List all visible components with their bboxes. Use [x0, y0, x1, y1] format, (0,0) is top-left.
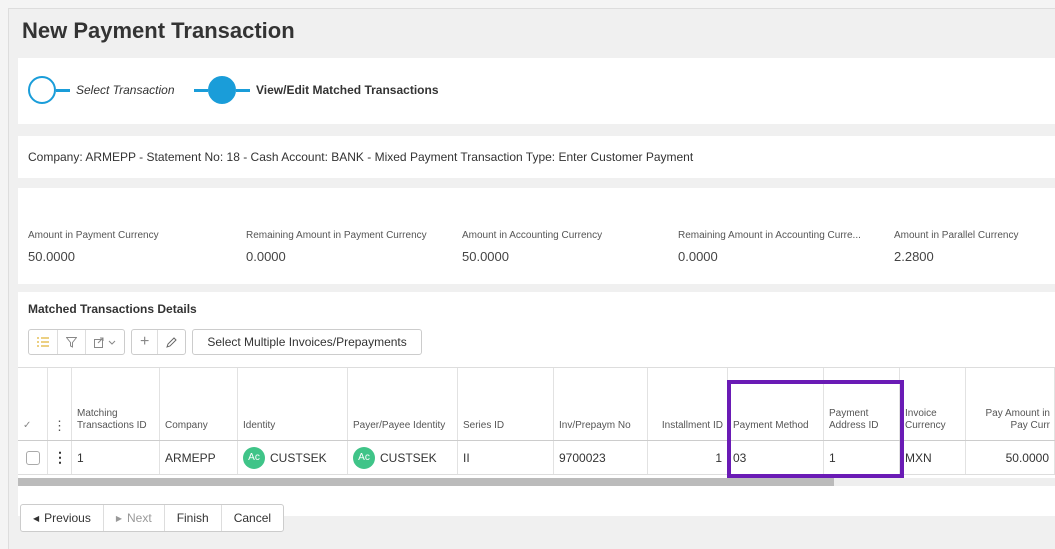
- add-icon[interactable]: +: [132, 330, 159, 354]
- next-label: Next: [127, 511, 152, 525]
- remaining-amount-accounting-currency: Remaining Amount in Accounting Curre... …: [678, 230, 861, 264]
- header-installment-id[interactable]: Installment ID: [648, 368, 728, 440]
- wizard-steps: Select Transaction View/Edit Matched Tra…: [18, 58, 1055, 124]
- header-inv-prepaym-no[interactable]: Inv/Prepaym No: [554, 368, 648, 440]
- cell-series-id: II: [458, 441, 554, 474]
- remaining-amount-payment-currency: Remaining Amount in Payment Currency 0.0…: [246, 230, 427, 264]
- previous-button[interactable]: ◀ Previous: [21, 505, 104, 531]
- amount-value: 0.0000: [246, 249, 286, 264]
- avatar: Ac: [353, 446, 375, 469]
- cell-matching-id: 1: [72, 441, 160, 474]
- cell-inv-prepaym-no: 9700023: [554, 441, 648, 474]
- next-button[interactable]: ▶ Next: [104, 505, 165, 531]
- header-payer-payee-identity[interactable]: Payer/Payee Identity: [348, 368, 458, 440]
- header-identity[interactable]: Identity: [238, 368, 348, 440]
- amount-accounting-currency: Amount in Accounting Currency 50.0000: [462, 230, 602, 264]
- amount-label: Amount in Payment Currency: [28, 230, 159, 241]
- wizard-step-select-transaction[interactable]: Select Transaction: [28, 76, 175, 104]
- row-menu-icon[interactable]: ⋮: [48, 441, 72, 474]
- chevron-left-icon: ◀: [33, 513, 40, 523]
- header-company[interactable]: Company: [160, 368, 238, 440]
- avatar: Ac: [243, 446, 265, 469]
- toolbar-view-group: [28, 329, 125, 355]
- amount-value: 50.0000: [462, 249, 509, 264]
- step-circle-active-icon: [208, 76, 236, 104]
- grid-toolbar: + Select Multiple Invoices/Prepayments: [28, 329, 422, 355]
- cancel-button[interactable]: Cancel: [222, 505, 283, 531]
- select-multiple-label: Select Multiple Invoices/Prepayments: [207, 335, 407, 349]
- header-pay-amount[interactable]: Pay Amount in Pay Curr: [966, 368, 1055, 440]
- row-checkbox[interactable]: [25, 450, 40, 465]
- horizontal-scrollbar[interactable]: [18, 478, 1055, 486]
- scrollbar-thumb[interactable]: [18, 478, 834, 486]
- cell-company: ARMEPP: [160, 441, 238, 474]
- step-circle-icon: [28, 76, 56, 104]
- list-view-icon[interactable]: [29, 330, 58, 354]
- amount-parallel-currency: Amount in Parallel Currency 2.2800: [894, 230, 1019, 264]
- step-label: View/Edit Matched Transactions: [256, 83, 439, 97]
- step-connector: [56, 88, 70, 92]
- amount-label: Amount in Accounting Currency: [462, 230, 603, 241]
- cell-identity[interactable]: Ac CUSTSEK: [238, 441, 348, 474]
- previous-label: Previous: [44, 511, 91, 525]
- select-all-checkbox[interactable]: ✓: [18, 368, 48, 440]
- amount-value: 50.0000: [28, 249, 75, 264]
- amount-payment-currency: Amount in Payment Currency 50.0000: [28, 230, 159, 264]
- amount-value: 2.2800: [894, 249, 934, 264]
- edit-pencil-icon[interactable]: [158, 330, 185, 354]
- info-panel: Company: ARMEPP - Statement No: 18 - Cas…: [18, 136, 1055, 178]
- transaction-info: Company: ARMEPP - Statement No: 18 - Cas…: [28, 150, 694, 164]
- chevron-right-icon: ▶: [115, 513, 122, 523]
- finish-button[interactable]: Finish: [165, 505, 222, 531]
- amount-label: Amount in Parallel Currency: [894, 230, 1019, 241]
- step-connector: [194, 88, 208, 92]
- select-multiple-invoices-button[interactable]: Select Multiple Invoices/Prepayments: [192, 329, 422, 355]
- row-checkbox-cell: [18, 441, 48, 474]
- header-series-id[interactable]: Series ID: [458, 368, 554, 440]
- column-menu-icon[interactable]: ⋮: [48, 368, 72, 440]
- identity-value: CUSTSEK: [270, 450, 327, 465]
- payer-value: CUSTSEK: [380, 450, 437, 465]
- cell-payer-payee[interactable]: Ac CUSTSEK: [348, 441, 458, 474]
- header-matching-transactions-id[interactable]: Matching Transactions ID: [72, 368, 160, 440]
- cell-installment-id: 1: [648, 441, 728, 474]
- amount-label: Remaining Amount in Payment Currency: [246, 230, 427, 241]
- cell-pay-amount: 50.0000: [966, 441, 1055, 474]
- cell-invoice-currency: MXN: [900, 441, 966, 474]
- amounts-panel: Amount in Payment Currency 50.0000 Remai…: [18, 188, 1055, 284]
- header-invoice-currency[interactable]: Invoice Currency: [900, 368, 966, 440]
- payment-columns-highlight: [727, 380, 904, 478]
- wizard-step-view-edit[interactable]: View/Edit Matched Transactions: [194, 76, 439, 104]
- step-label: Select Transaction: [76, 83, 175, 97]
- filter-icon[interactable]: [58, 330, 86, 354]
- wizard-navigation: ◀ Previous ▶ Next Finish Cancel: [20, 504, 285, 532]
- page-title: New Payment Transaction: [22, 18, 295, 43]
- export-dropdown-icon[interactable]: [86, 330, 124, 354]
- amount-label: Remaining Amount in Accounting Curre...: [678, 230, 861, 241]
- step-connector: [236, 88, 250, 92]
- toolbar-edit-group: +: [131, 329, 187, 355]
- section-title: Matched Transactions Details: [28, 302, 197, 316]
- amount-value: 0.0000: [678, 249, 718, 264]
